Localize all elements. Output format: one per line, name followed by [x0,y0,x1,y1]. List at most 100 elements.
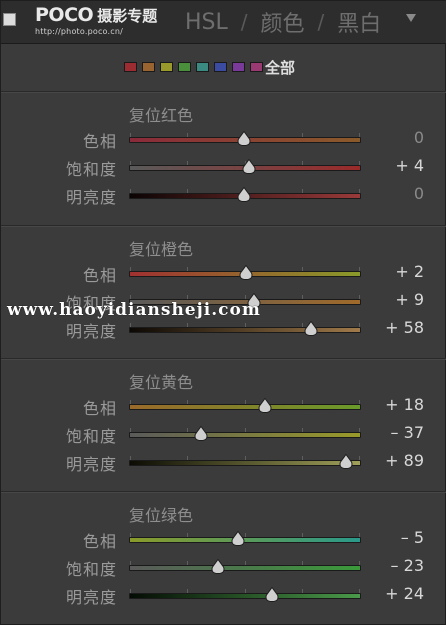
slider-label-luminance: 明亮度 [65,455,117,474]
swatch-green[interactable] [178,62,191,72]
swatch-magenta[interactable] [250,62,263,72]
logo-url: http://photo.poco.cn/ [35,27,124,36]
slider-tick [301,295,303,299]
slider-tick [301,267,303,271]
slider-value-hue[interactable]: + 18 [344,395,424,414]
tab-bw[interactable]: 黑白 [335,6,383,38]
tab-hsl[interactable]: HSL [183,10,230,35]
swatch-red[interactable] [124,62,137,72]
slider-tick [301,589,303,593]
slider-tick [187,456,189,460]
slider-thumb-luminance[interactable] [304,321,318,336]
all-colors-label[interactable]: 全部 [265,57,295,78]
slider-tick [301,400,303,404]
slider-label-hue: 色相 [82,266,117,285]
slider-label-hue: 色相 [82,399,117,418]
slider-tick [187,428,189,432]
slider-tick [130,323,131,327]
color-swatch-row: 全部 [124,57,295,77]
slider-label-luminance: 明亮度 [65,588,117,607]
slider-tick [130,161,131,165]
color-section-3: 复位绿色 色相 – 5 饱和度 – 23 明亮度 + 24 [1,491,446,624]
slider-tick [301,133,303,137]
slider-value-hue[interactable]: – 5 [344,528,424,547]
slider-thumb-hue[interactable] [231,531,245,546]
slider-value-hue[interactable]: + 2 [344,262,424,281]
swatch-yellow[interactable] [160,62,173,72]
reset-color-button[interactable]: 复位红色 [129,102,193,126]
slider-thumb-hue[interactable] [237,131,251,146]
color-section-1: 复位橙色 色相 + 2 饱和度 + 9 明亮度 + 58 [1,225,446,358]
slider-tick [130,133,131,137]
panel-toggle-checkbox[interactable] [3,13,16,26]
slider-tick [244,295,246,299]
slider-tick [301,533,303,537]
reset-color-button[interactable]: 复位黄色 [129,369,193,393]
slider-value-hue[interactable]: 0 [344,128,424,147]
slider-tick [187,589,189,593]
swatch-aqua[interactable] [196,62,209,72]
slider-tick [187,267,189,271]
slider-label-saturation: 饱和度 [65,160,117,179]
slider-track-saturation[interactable] [129,428,361,438]
slider-tick [244,456,246,460]
slider-tick [244,428,246,432]
slider-value-saturation[interactable]: + 9 [344,290,424,309]
slider-label-luminance: 明亮度 [65,188,117,207]
slider-label-luminance: 明亮度 [65,322,117,341]
slider-tick [244,400,246,404]
reset-color-button[interactable]: 复位绿色 [129,502,193,526]
slider-thumb-saturation[interactable] [211,559,225,574]
color-section-0: 复位红色 色相 0 饱和度 + 4 明亮度 0 [1,91,446,224]
slider-tick [187,400,189,404]
slider-tick [244,589,246,593]
slider-thumb-hue[interactable] [258,398,272,413]
slider-label-hue: 色相 [82,532,117,551]
slider-tick [130,267,131,271]
slider-value-luminance[interactable]: 0 [344,184,424,203]
slider-value-luminance[interactable]: + 89 [344,451,424,470]
slider-track-luminance[interactable] [129,323,361,333]
slider-thumb-saturation[interactable] [242,159,256,174]
slider-tick [130,428,131,432]
slider-tick [130,589,131,593]
tab-color[interactable]: 颜色 [259,6,307,38]
panel-tabs: HSL / 颜色 / 黑白 [183,6,383,38]
swatch-blue[interactable] [214,62,227,72]
slider-tick [244,323,246,327]
panel-menu-triangle-icon[interactable] [406,14,416,22]
slider-tick [187,189,189,193]
reset-color-button[interactable]: 复位橙色 [129,236,193,260]
tab-separator: / [240,10,248,34]
slider-tick [187,133,189,137]
slider-label-hue: 色相 [82,132,117,151]
slider-tick [301,189,303,193]
slider-track-luminance[interactable] [129,456,361,466]
slider-thumb-luminance[interactable] [237,187,251,202]
slider-tick [187,323,189,327]
slider-value-luminance[interactable]: + 24 [344,584,424,603]
slider-tick [301,561,303,565]
slider-value-saturation[interactable]: – 23 [344,556,424,575]
slider-track-hue[interactable] [129,400,361,410]
slider-label-saturation: 饱和度 [65,560,117,579]
slider-value-saturation[interactable]: + 4 [344,156,424,175]
slider-tick [301,428,303,432]
hsl-panel: POCO 摄影专题 http://photo.poco.cn/ HSL / 颜色 … [0,0,446,625]
slider-thumb-saturation[interactable] [194,426,208,441]
slider-track-luminance[interactable] [129,589,361,599]
slider-tick [187,533,189,537]
slider-track-saturation[interactable] [129,561,361,571]
swatch-orange[interactable] [142,62,155,72]
slider-thumb-hue[interactable] [239,265,253,280]
panel-header: POCO 摄影专题 http://photo.poco.cn/ HSL / 颜色 … [1,1,446,44]
slider-tick [187,161,189,165]
poco-logo: POCO 摄影专题 http://photo.poco.cn/ [35,5,157,36]
slider-tick [187,561,189,565]
slider-tick [301,323,303,327]
slider-value-luminance[interactable]: + 58 [344,318,424,337]
slider-thumb-luminance[interactable] [265,587,279,602]
logo-sub-text: 摄影专题 [97,7,158,25]
slider-value-saturation[interactable]: – 37 [344,423,424,442]
swatch-purple[interactable] [232,62,245,72]
